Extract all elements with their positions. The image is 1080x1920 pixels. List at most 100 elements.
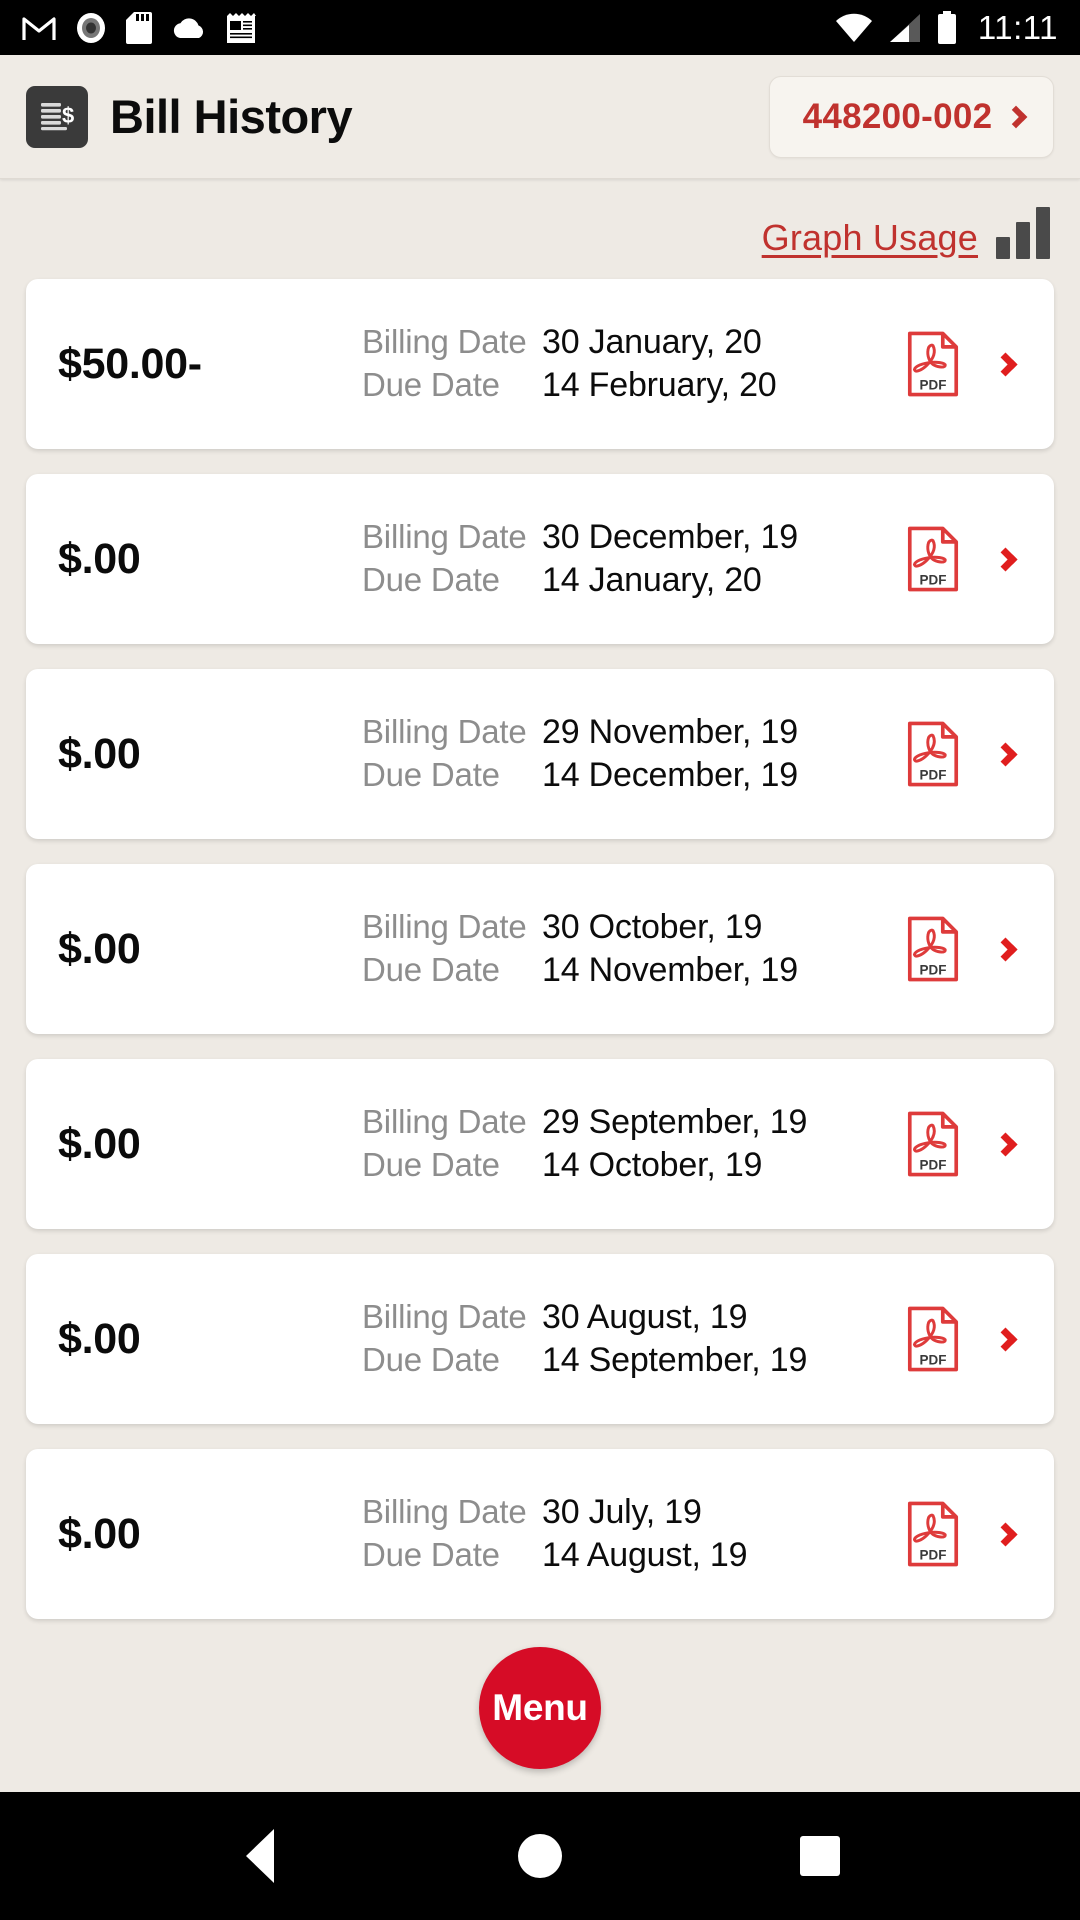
due-date-row: Due Date 14 January, 20: [362, 561, 905, 600]
billing-date-row: Billing Date 30 January, 20: [362, 323, 905, 362]
fab-container: Menu: [26, 1619, 1054, 1769]
billing-date-value: 30 December, 19: [542, 518, 798, 556]
billing-date-label: Billing Date: [362, 713, 527, 750]
nav-home-button[interactable]: [480, 1796, 600, 1916]
bill-card[interactable]: $.00 Billing Date 30 October, 19 Due Dat…: [26, 864, 1054, 1034]
due-date-label: Due Date: [362, 561, 500, 598]
billing-date-row: Billing Date 30 August, 19: [362, 1298, 905, 1337]
bill-amount: $.00: [58, 1509, 141, 1558]
status-bar-notification-icons: [22, 11, 256, 45]
chevron-right-icon[interactable]: [993, 741, 1018, 767]
recents-square-icon: [800, 1836, 840, 1876]
menu-fab-button[interactable]: Menu: [479, 1647, 601, 1769]
bill-dates: Billing Date 30 July, 19 Due Date 14 Aug…: [358, 1493, 905, 1575]
bill-card-actions: PDF: [905, 721, 1024, 787]
account-selector-button[interactable]: 448200-002: [769, 75, 1054, 158]
chevron-right-icon[interactable]: [993, 1521, 1018, 1547]
bill-card[interactable]: $.00 Billing Date 30 December, 19 Due Da…: [26, 474, 1054, 644]
bill-dates: Billing Date 30 August, 19 Due Date 14 S…: [358, 1298, 905, 1380]
due-date-row: Due Date 14 February, 20: [362, 366, 905, 405]
news-icon: [227, 12, 256, 43]
pdf-file-icon[interactable]: PDF: [905, 916, 961, 982]
bill-list: $50.00- Billing Date 30 January, 20 Due …: [26, 279, 1054, 1619]
bill-dates: Billing Date 29 November, 19 Due Date 14…: [358, 713, 905, 795]
billing-date-value: 29 September, 19: [542, 1103, 808, 1141]
svg-text:PDF: PDF: [920, 1548, 947, 1563]
nav-back-button[interactable]: [200, 1796, 320, 1916]
bill-card[interactable]: $.00 Billing Date 30 July, 19 Due Date 1…: [26, 1449, 1054, 1619]
cellular-signal-icon: [889, 13, 920, 42]
graph-usage-row[interactable]: Graph Usage: [26, 179, 1054, 279]
pdf-file-icon[interactable]: PDF: [905, 1306, 961, 1372]
bill-card[interactable]: $50.00- Billing Date 30 January, 20 Due …: [26, 279, 1054, 449]
bill-card-actions: PDF: [905, 1111, 1024, 1177]
pdf-file-icon[interactable]: PDF: [905, 331, 961, 397]
due-date-value: 14 September, 19: [542, 1341, 808, 1379]
wifi-icon: [835, 13, 872, 42]
svg-text:PDF: PDF: [920, 1158, 947, 1173]
due-date-label: Due Date: [362, 1341, 500, 1378]
due-date-value: 14 January, 20: [542, 561, 762, 599]
pdf-file-icon[interactable]: PDF: [905, 721, 961, 787]
due-date-label: Due Date: [362, 366, 500, 403]
due-date-row: Due Date 14 September, 19: [362, 1341, 905, 1380]
status-bar-system-icons: 11:11: [834, 9, 1058, 47]
due-date-value: 14 November, 19: [542, 951, 798, 989]
bill-dates: Billing Date 29 September, 19 Due Date 1…: [358, 1103, 905, 1185]
due-date-row: Due Date 14 December, 19: [362, 756, 905, 795]
svg-text:PDF: PDF: [920, 768, 947, 783]
pdf-file-icon[interactable]: PDF: [905, 1501, 961, 1567]
billing-date-row: Billing Date 29 November, 19: [362, 713, 905, 752]
bar-chart-icon[interactable]: [996, 207, 1050, 259]
nav-recents-button[interactable]: [760, 1796, 880, 1916]
bill-card[interactable]: $.00 Billing Date 30 August, 19 Due Date…: [26, 1254, 1054, 1424]
bill-card[interactable]: $.00 Billing Date 29 November, 19 Due Da…: [26, 669, 1054, 839]
chevron-right-icon[interactable]: [993, 1131, 1018, 1157]
due-date-label: Due Date: [362, 756, 500, 793]
home-circle-icon: [518, 1834, 562, 1878]
svg-text:$: $: [62, 103, 74, 128]
bill-card-actions: PDF: [905, 1501, 1024, 1567]
chevron-right-icon[interactable]: [993, 546, 1018, 572]
pdf-file-icon[interactable]: PDF: [905, 526, 961, 592]
bill-document-icon: $: [26, 85, 88, 148]
header-title-group: $ Bill History: [26, 85, 353, 148]
pdf-file-icon[interactable]: PDF: [905, 1111, 961, 1177]
back-triangle-icon: [246, 1829, 274, 1883]
chevron-right-icon[interactable]: [993, 1326, 1018, 1352]
due-date-value: 14 August, 19: [542, 1536, 748, 1574]
page-title: Bill History: [110, 90, 353, 143]
billing-date-value: 29 November, 19: [542, 713, 798, 751]
bill-dates: Billing Date 30 December, 19 Due Date 14…: [358, 518, 905, 600]
billing-date-label: Billing Date: [362, 323, 527, 360]
bill-amount: $.00: [58, 534, 141, 583]
bill-amount: $.00: [58, 729, 141, 778]
billing-date-row: Billing Date 30 October, 19: [362, 908, 905, 947]
chevron-right-icon[interactable]: [993, 936, 1018, 962]
due-date-value: 14 October, 19: [542, 1146, 763, 1184]
svg-text:PDF: PDF: [920, 1353, 947, 1368]
billing-date-row: Billing Date 29 September, 19: [362, 1103, 905, 1142]
sd-card-icon: [126, 11, 152, 44]
bill-card[interactable]: $.00 Billing Date 29 September, 19 Due D…: [26, 1059, 1054, 1229]
bill-amount: $.00: [58, 1119, 141, 1168]
svg-text:PDF: PDF: [920, 963, 947, 978]
due-date-value: 14 February, 20: [542, 366, 777, 404]
battery-icon: [937, 10, 956, 44]
due-date-label: Due Date: [362, 1146, 500, 1183]
billing-date-label: Billing Date: [362, 518, 527, 555]
billing-date-value: 30 August, 19: [542, 1298, 748, 1336]
billing-date-label: Billing Date: [362, 1298, 527, 1335]
bill-dates: Billing Date 30 January, 20 Due Date 14 …: [358, 323, 905, 405]
due-date-row: Due Date 14 August, 19: [362, 1536, 905, 1575]
menu-fab-label: Menu: [492, 1687, 588, 1728]
status-bar-clock: 11:11: [977, 8, 1058, 46]
due-date-label: Due Date: [362, 951, 500, 988]
chevron-right-icon[interactable]: [993, 351, 1018, 377]
record-icon: [77, 12, 105, 43]
graph-usage-link[interactable]: Graph Usage: [762, 217, 978, 259]
due-date-value: 14 December, 19: [542, 756, 798, 794]
bill-amount: $50.00-: [58, 339, 202, 388]
due-date-row: Due Date 14 November, 19: [362, 951, 905, 990]
due-date-row: Due Date 14 October, 19: [362, 1146, 905, 1185]
